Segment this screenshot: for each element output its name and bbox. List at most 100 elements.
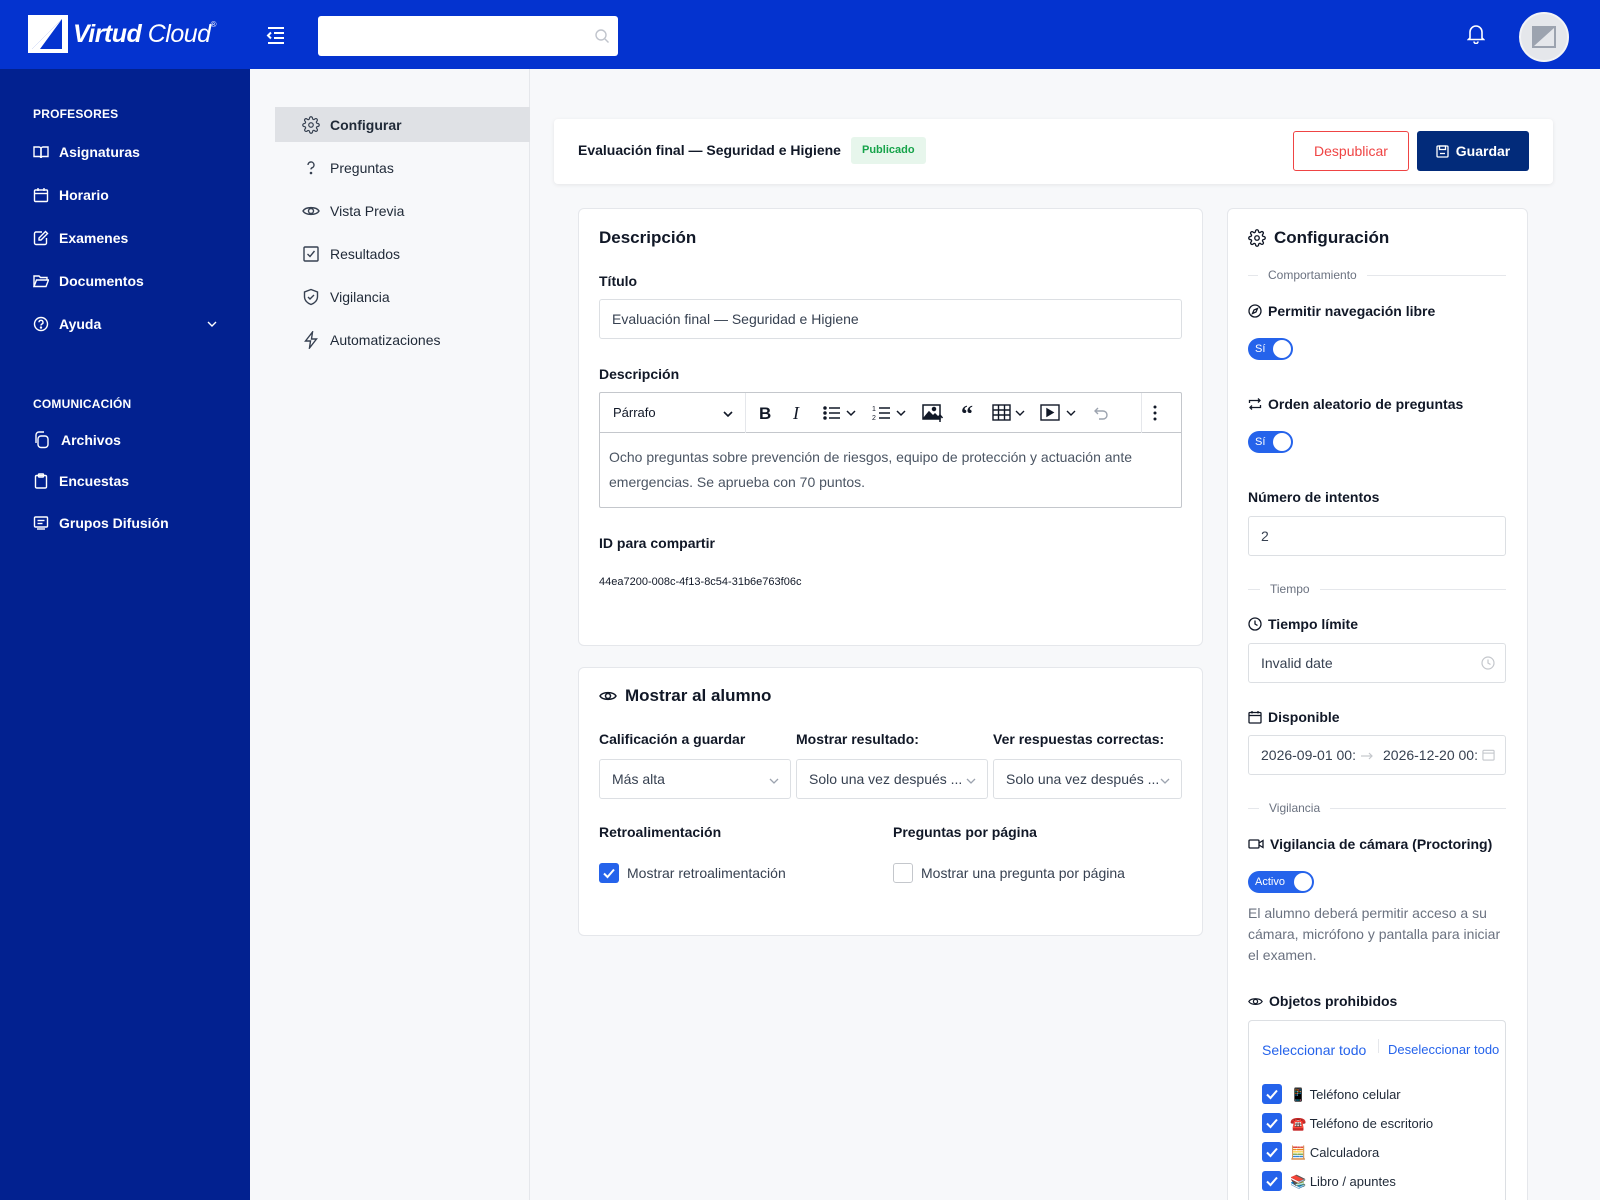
calendar-icon (1248, 711, 1262, 724)
blockquote-icon[interactable]: “ (960, 403, 980, 423)
time-limit-field[interactable]: Invalid date (1248, 643, 1506, 683)
global-search[interactable] (318, 16, 618, 56)
check-icon (1266, 1176, 1278, 1187)
grade-select[interactable]: Más alta (599, 759, 791, 799)
chevron-down-icon[interactable] (722, 408, 734, 420)
sidebar-item-examenes[interactable]: Examenes (33, 230, 228, 246)
forbidden-item-checkbox[interactable] (1262, 1171, 1282, 1191)
help-circle-icon (33, 316, 49, 332)
user-avatar[interactable] (1519, 12, 1569, 62)
sidebar-heading-profesores: PROFESORES (33, 107, 119, 121)
subnav-item-preguntas[interactable]: Preguntas (275, 150, 530, 185)
subnav-item-vista-previa[interactable]: Vista Previa (275, 193, 530, 228)
feedback-option-label[interactable]: Mostrar retroalimentación (627, 865, 786, 881)
check-square-icon (303, 245, 319, 262)
editor-content[interactable]: Ocho preguntas sobre prevención de riesg… (600, 433, 1181, 507)
chevron-down-icon (769, 778, 779, 784)
insert-media-icon[interactable] (1040, 403, 1080, 423)
forbidden-item[interactable]: 📱 Teléfono celular (1290, 1087, 1401, 1103)
calendar-icon (1482, 749, 1495, 761)
sidebar-item-label: Asignaturas (59, 144, 140, 160)
available-range-field[interactable]: 2026-09-01 00: 2026-12-20 00: (1248, 735, 1506, 775)
per-page-option-label[interactable]: Mostrar una pregunta por página (921, 865, 1125, 881)
italic-icon[interactable]: I (790, 403, 806, 423)
sidebar-item-asignaturas[interactable]: Asignaturas (33, 144, 228, 160)
random-order-label-text: Orden aleatorio de preguntas (1268, 396, 1464, 412)
question-icon (307, 160, 315, 174)
feedback-checkbox[interactable] (599, 863, 619, 883)
available-end[interactable]: 2026-12-20 00: (1383, 747, 1478, 763)
edit-icon (33, 230, 49, 246)
show-student-card-title: Mostrar al alumno (599, 686, 771, 706)
compass-icon (1248, 304, 1262, 318)
sidebar-item-grupos-difusion[interactable]: Grupos Difusión (33, 515, 228, 531)
forbidden-item-checkbox[interactable] (1262, 1084, 1282, 1104)
forbidden-item[interactable]: ☎️ Teléfono de escritorio (1290, 1116, 1433, 1132)
eye-icon (599, 691, 617, 701)
toggle-label: Sí (1255, 436, 1266, 448)
forbidden-item-checkbox[interactable] (1262, 1142, 1282, 1162)
forbidden-item[interactable]: 🧮 Calculadora (1290, 1145, 1379, 1161)
forbidden-item-emoji: 📱 (1290, 1087, 1307, 1102)
available-label: Disponible (1248, 709, 1340, 725)
sidebar-item-archivos[interactable]: Archivos (33, 431, 228, 449)
subnav-item-resultados[interactable]: Resultados (275, 236, 530, 271)
check-icon (1266, 1147, 1278, 1158)
bulleted-list-icon[interactable] (822, 403, 858, 423)
more-options-icon[interactable] (1152, 403, 1158, 423)
notifications-bell-icon[interactable] (1466, 24, 1486, 49)
available-start[interactable]: 2026-09-01 00: (1261, 747, 1356, 763)
sidebar-item-horario[interactable]: Horario (33, 187, 228, 203)
exam-header: Evaluación final — Seguridad e Higiene P… (554, 119, 1553, 184)
chevron-down-icon (966, 778, 976, 784)
insert-table-icon[interactable] (992, 403, 1028, 423)
random-order-toggle[interactable]: Sí (1248, 431, 1293, 453)
subnav-item-label: Resultados (330, 245, 401, 262)
search-input[interactable] (318, 16, 618, 56)
sidebar-item-encuestas[interactable]: Encuestas (33, 473, 228, 489)
forbidden-item-emoji: ☎️ (1290, 1116, 1307, 1131)
camera-label-text: Vigilancia de cámara (Proctoring) (1270, 836, 1493, 852)
deselect-all-link[interactable]: Deseleccionar todo (1388, 1042, 1499, 1057)
subnav-item-vigilancia[interactable]: Vigilancia (275, 279, 530, 314)
forbidden-item[interactable]: 📚 Libro / apuntes (1290, 1174, 1396, 1190)
link-separator (1378, 1039, 1379, 1053)
select-all-link[interactable]: Seleccionar todo (1262, 1042, 1366, 1058)
subnav-item-configurar[interactable]: Configurar (275, 107, 530, 142)
chevron-down-icon[interactable] (206, 318, 218, 330)
result-select[interactable]: Solo una vez después ... (796, 759, 988, 799)
forbidden-item-label: Teléfono celular (1309, 1087, 1401, 1102)
bold-icon[interactable]: B (757, 403, 775, 423)
insert-image-icon[interactable] (922, 403, 944, 423)
gear-icon (302, 115, 320, 134)
attempts-field[interactable]: 2 (1248, 516, 1506, 556)
exam-subnav: Configurar Preguntas Vista Previa Result… (250, 69, 530, 1200)
unpublish-button[interactable]: Despublicar (1293, 131, 1409, 171)
save-button[interactable]: Guardar (1417, 131, 1529, 171)
camera-toggle[interactable]: Activo (1248, 871, 1314, 893)
svg-text:1: 1 (872, 406, 876, 413)
forbidden-item-checkbox[interactable] (1262, 1113, 1282, 1133)
app-logo[interactable]: Virtud Cloud® (28, 15, 217, 53)
sidebar-item-documentos[interactable]: Documentos (33, 273, 228, 289)
top-bar: Virtud Cloud® (0, 0, 1600, 69)
title-field[interactable]: Evaluación final — Seguridad e Higiene (599, 299, 1182, 339)
subnav-item-automatizaciones[interactable]: Automatizaciones (275, 322, 530, 357)
result-label: Mostrar resultado: (796, 731, 919, 747)
answers-select[interactable]: Solo una vez después ... (993, 759, 1182, 799)
status-badge: Publicado (851, 137, 926, 164)
paragraph-format-select[interactable]: Párrafo (613, 405, 656, 420)
numbered-list-icon[interactable]: 12 (872, 403, 908, 423)
chevron-down-icon (1160, 778, 1170, 784)
rich-text-editor[interactable]: Párrafo B I 12 “ Ocho preguntas sobre pr… (599, 392, 1182, 508)
free-nav-label-text: Permitir navegación libre (1268, 303, 1436, 319)
message-icon (33, 516, 49, 530)
check-icon (603, 868, 615, 879)
forbidden-objects-label-text: Objetos prohibidos (1269, 993, 1398, 1009)
menu-toggle-icon[interactable] (265, 24, 287, 46)
free-nav-toggle[interactable]: Sí (1248, 338, 1293, 360)
free-nav-label: Permitir navegación libre (1248, 303, 1435, 319)
sidebar-item-ayuda[interactable]: Ayuda (33, 316, 228, 332)
undo-icon[interactable] (1090, 403, 1110, 423)
per-page-checkbox[interactable] (893, 863, 913, 883)
